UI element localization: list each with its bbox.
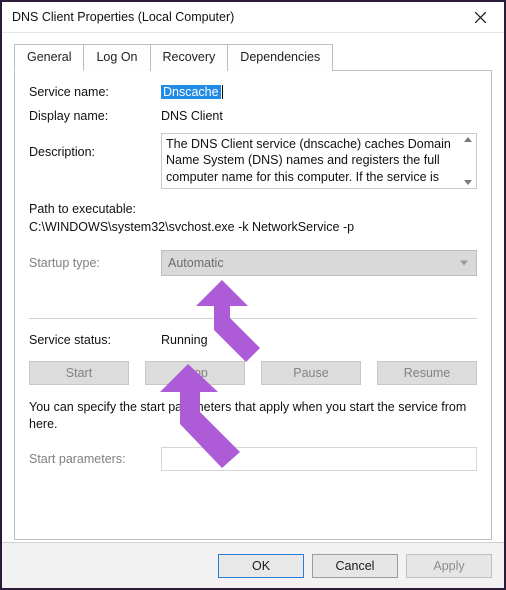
properties-window: DNS Client Properties (Local Computer) G…	[0, 0, 506, 590]
tab-general[interactable]: General	[14, 44, 84, 71]
service-status-value: Running	[161, 333, 208, 347]
ok-button[interactable]: OK	[218, 554, 304, 578]
titlebar: DNS Client Properties (Local Computer)	[2, 2, 504, 33]
stop-button[interactable]: Stop	[145, 361, 245, 385]
start-params-label: Start parameters:	[29, 452, 161, 466]
chevron-down-icon	[460, 261, 468, 266]
startup-type-combo[interactable]: Automatic	[161, 250, 477, 276]
service-name-label: Service name:	[29, 85, 161, 99]
description-box[interactable]: The DNS Client service (dnscache) caches…	[161, 133, 477, 189]
start-params-input[interactable]	[161, 447, 477, 471]
display-name-value: DNS Client	[161, 109, 223, 123]
close-button[interactable]	[460, 3, 500, 31]
service-name-value: Dnscache	[161, 85, 221, 99]
service-status-label: Service status:	[29, 333, 161, 347]
description-text: The DNS Client service (dnscache) caches…	[166, 137, 451, 184]
tab-strip: General Log On Recovery Dependencies	[14, 44, 492, 71]
display-name-label: Display name:	[29, 109, 161, 123]
cancel-button[interactable]: Cancel	[312, 554, 398, 578]
tab-log-on[interactable]: Log On	[84, 44, 150, 71]
dialog-footer: OK Cancel Apply	[2, 542, 504, 588]
close-icon	[475, 12, 486, 23]
pause-button[interactable]: Pause	[261, 361, 361, 385]
tab-dependencies[interactable]: Dependencies	[228, 44, 333, 71]
path-value: C:\WINDOWS\system32\svchost.exe -k Netwo…	[29, 219, 477, 237]
start-button[interactable]: Start	[29, 361, 129, 385]
description-label: Description:	[29, 133, 161, 159]
apply-button[interactable]: Apply	[406, 554, 492, 578]
scroll-up-icon[interactable]	[464, 137, 472, 142]
start-params-note: You can specify the start parameters tha…	[29, 399, 477, 433]
description-scrollbar[interactable]	[460, 134, 476, 188]
startup-type-value: Automatic	[168, 256, 224, 270]
divider	[29, 318, 477, 319]
window-title: DNS Client Properties (Local Computer)	[12, 10, 234, 24]
path-label: Path to executable:	[29, 201, 477, 219]
scroll-down-icon[interactable]	[464, 180, 472, 185]
tab-panel-general: Service name: Dnscache Display name: DNS…	[14, 70, 492, 540]
tab-recovery[interactable]: Recovery	[151, 44, 229, 71]
startup-type-label: Startup type:	[29, 256, 161, 270]
resume-button[interactable]: Resume	[377, 361, 477, 385]
